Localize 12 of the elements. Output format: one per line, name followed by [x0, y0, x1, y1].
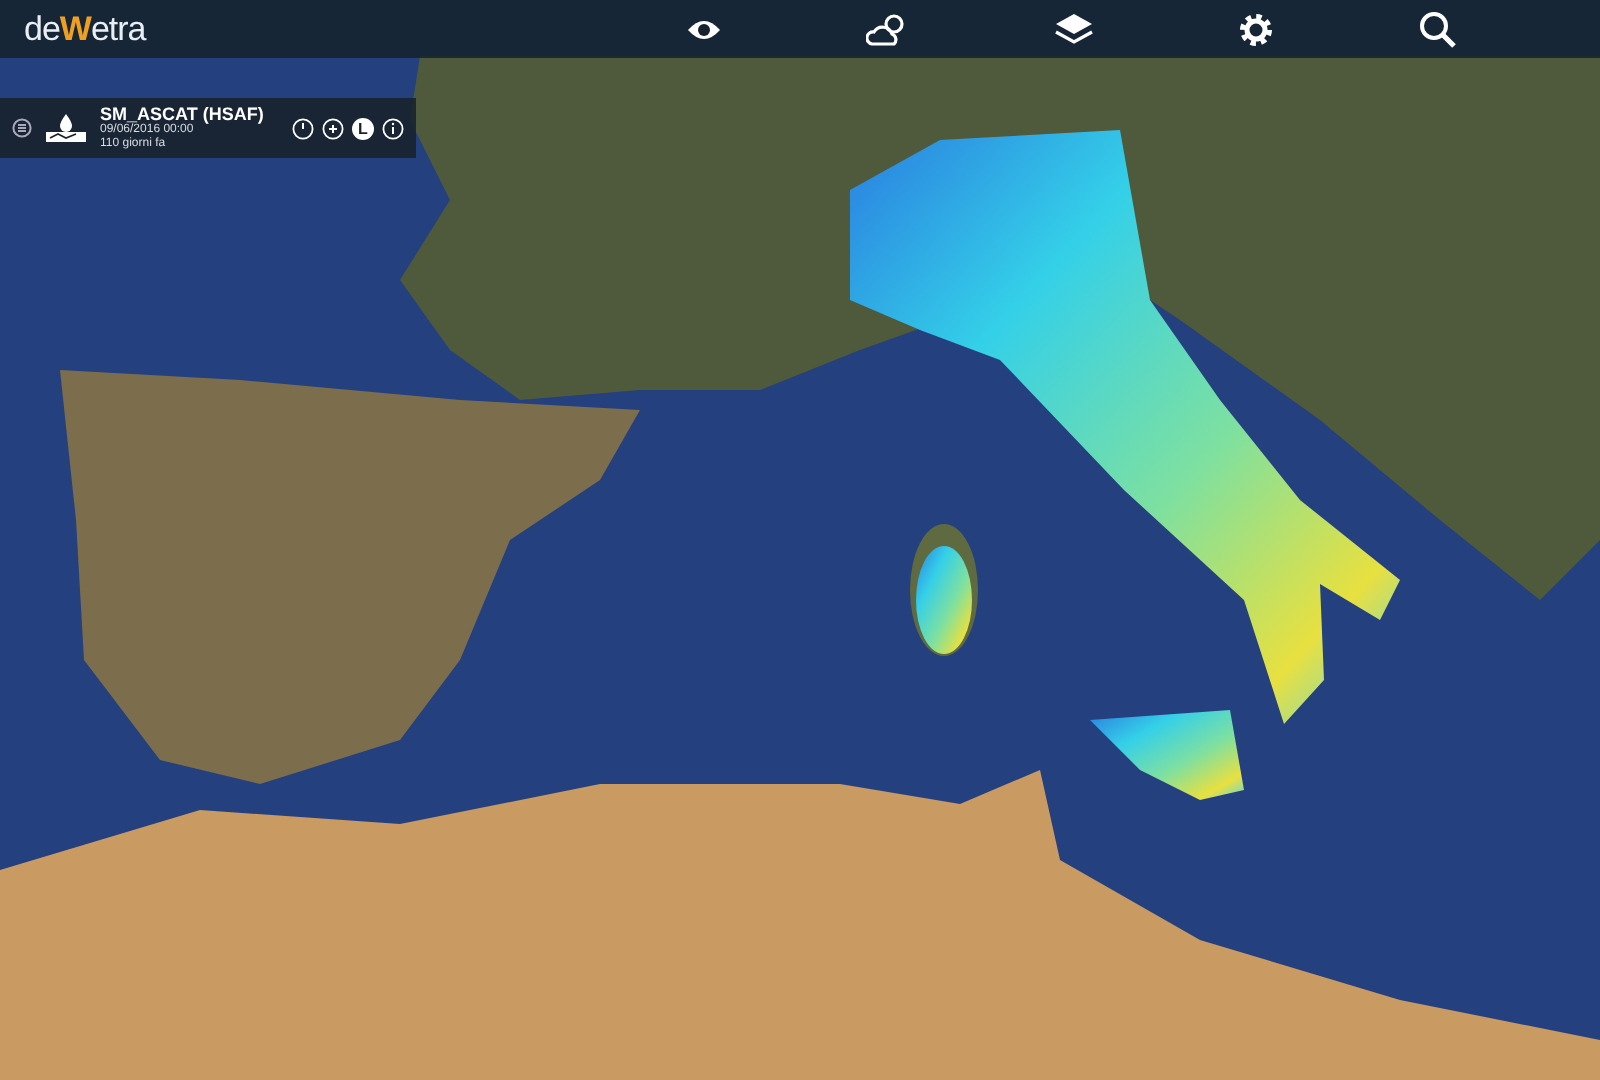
zoom-in-icon[interactable]: [322, 117, 344, 139]
legend-toggle[interactable]: L: [352, 117, 374, 139]
app-logo: deWetra: [24, 9, 146, 49]
eye-icon[interactable]: [685, 17, 722, 41]
layer-title: SM_ASCAT (HSAF): [100, 105, 264, 124]
layer-list-icon[interactable]: [12, 118, 32, 138]
info-icon[interactable]: [382, 117, 404, 139]
drop-over-field-icon: [44, 112, 88, 144]
power-icon[interactable]: [292, 117, 314, 139]
search-icon[interactable]: [1417, 10, 1456, 48]
settings-icon[interactable]: [1237, 11, 1274, 47]
layers-icon[interactable]: [1053, 11, 1094, 47]
